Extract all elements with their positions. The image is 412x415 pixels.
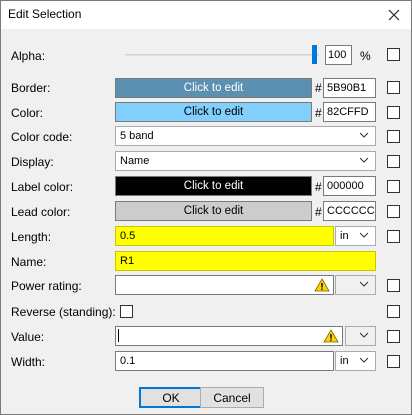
alpha-slider-track[interactable] — [125, 54, 319, 56]
alpha-label: Alpha: — [11, 49, 46, 63]
chevron-down-icon — [359, 332, 369, 338]
alpha-unit: % — [360, 49, 371, 63]
title-bar: Edit Selection — [1, 1, 411, 29]
lead-color-checkbox[interactable] — [387, 205, 400, 218]
value-checkbox[interactable] — [387, 330, 400, 343]
chevron-down-icon — [359, 281, 369, 287]
border-checkbox[interactable] — [387, 81, 400, 94]
color-code-label: Color code: — [11, 130, 73, 144]
chevron-down-icon — [359, 132, 369, 138]
power-rating-unit-select[interactable] — [335, 275, 376, 295]
label-color-hex-input[interactable]: 000000 — [323, 176, 376, 196]
length-input[interactable]: 0.5 — [115, 226, 334, 246]
width-label: Width: — [11, 355, 46, 369]
window-title: Edit Selection — [8, 7, 82, 21]
power-rating-input[interactable] — [115, 275, 334, 295]
length-checkbox[interactable] — [387, 230, 400, 243]
power-rating-checkbox[interactable] — [387, 279, 400, 292]
power-rating-label: Power rating: — [11, 279, 82, 293]
chevron-down-icon — [359, 157, 369, 163]
chevron-down-icon — [359, 232, 369, 238]
label-color-button[interactable]: Click to edit — [115, 176, 312, 196]
border-label: Border: — [11, 81, 51, 95]
alpha-slider-thumb[interactable] — [312, 45, 317, 64]
chevron-down-icon — [359, 357, 369, 363]
width-checkbox[interactable] — [387, 355, 400, 368]
lead-color-hash: # — [315, 205, 322, 219]
warning-icon — [314, 278, 330, 292]
label-color-label: Label color: — [11, 180, 74, 194]
color-button[interactable]: Click to edit — [115, 102, 312, 122]
border-hex-input[interactable]: 5B90B1 — [323, 78, 376, 98]
lead-color-label: Lead color: — [11, 205, 71, 219]
lead-color-hex-input[interactable]: CCCCCC — [323, 201, 376, 221]
length-label: Length: — [11, 230, 52, 244]
label-color-checkbox[interactable] — [387, 180, 400, 193]
ok-button[interactable]: OK — [139, 387, 203, 408]
color-code-select[interactable]: 5 band — [115, 126, 376, 146]
display-select[interactable]: Name — [115, 151, 376, 171]
color-hex-input[interactable]: 82CFFD — [323, 102, 376, 122]
display-label: Display: — [11, 155, 54, 169]
color-label: Color: — [11, 106, 44, 120]
alpha-input[interactable]: 100 — [325, 45, 352, 65]
width-unit-select[interactable]: in — [335, 351, 376, 371]
display-value: Name — [120, 155, 150, 167]
length-unit-value: in — [340, 230, 349, 242]
length-unit-select[interactable]: in — [335, 226, 376, 246]
border-hash: # — [315, 81, 322, 95]
color-code-value: 5 band — [120, 130, 154, 142]
alpha-checkbox[interactable] — [387, 48, 400, 61]
value-unit-select[interactable] — [345, 326, 376, 346]
close-button[interactable] — [377, 1, 411, 29]
close-icon — [388, 9, 400, 21]
color-code-checkbox[interactable] — [387, 130, 400, 143]
reverse-value-checkbox[interactable] — [120, 305, 133, 318]
name-input[interactable]: R1 — [115, 251, 376, 271]
reverse-checkbox[interactable] — [387, 305, 400, 318]
value-input[interactable] — [115, 326, 343, 346]
border-color-button[interactable]: Click to edit — [115, 78, 312, 98]
width-unit-value: in — [340, 355, 349, 367]
color-hash: # — [315, 106, 322, 120]
display-checkbox[interactable] — [387, 155, 400, 168]
warning-icon — [323, 329, 339, 343]
text-caret — [118, 329, 119, 342]
name-label: Name: — [11, 255, 47, 269]
edit-selection-dialog: Edit Selection Alpha: 100 % Border: Clic… — [0, 0, 412, 415]
cancel-button[interactable]: Cancel — [200, 387, 264, 408]
lead-color-button[interactable]: Click to edit — [115, 201, 312, 221]
color-checkbox[interactable] — [387, 106, 400, 119]
value-label: Value: — [11, 330, 45, 344]
reverse-label: Reverse (standing): — [11, 305, 116, 319]
label-color-hash: # — [315, 180, 322, 194]
width-input[interactable]: 0.1 — [115, 351, 334, 371]
